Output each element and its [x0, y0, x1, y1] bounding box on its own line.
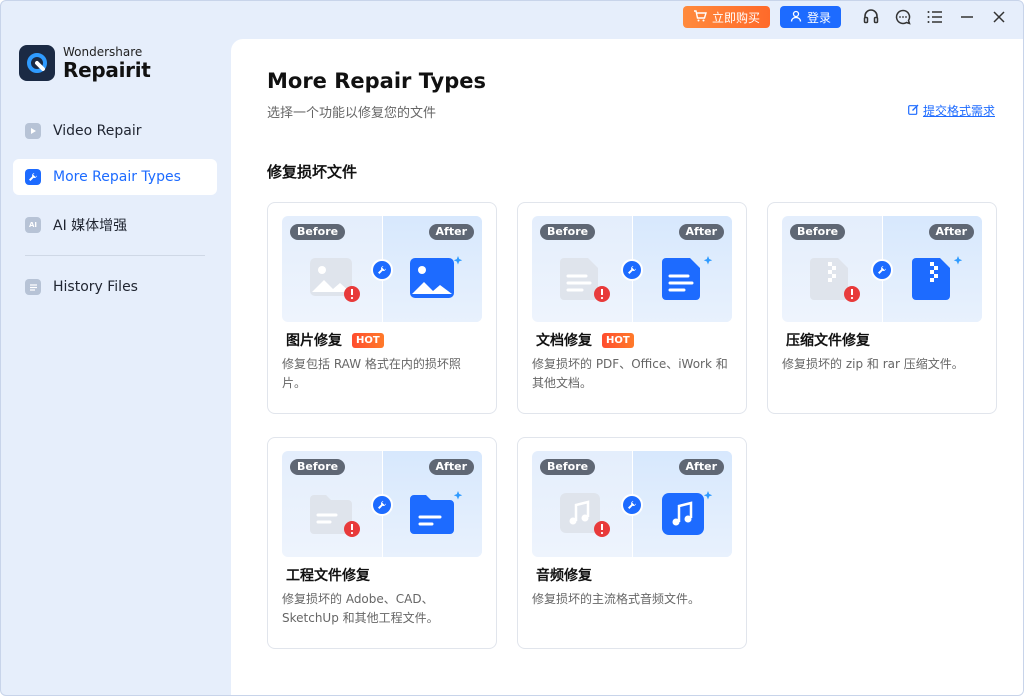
login-label: 登录 [806, 10, 831, 25]
before-after-preview: Before After [282, 216, 482, 322]
sidebar-item-label: Video Repair [53, 123, 142, 139]
after-pill: After [678, 224, 724, 240]
image-icon [408, 256, 464, 310]
submit-format-request-link[interactable]: 提交格式需求 [908, 102, 995, 119]
broken-audio-icon [558, 491, 614, 545]
card-title-text: 音频修复 [536, 568, 592, 584]
edit-icon [908, 104, 919, 118]
audio-icon [658, 491, 714, 545]
logo-product: Repairit [63, 57, 151, 82]
history-icon [25, 279, 41, 295]
submit-format-request-label: 提交格式需求 [922, 104, 995, 118]
folder-icon [408, 491, 464, 545]
user-icon [790, 10, 802, 25]
before-pill: Before [790, 224, 846, 240]
before-after-preview: Before After [532, 216, 732, 322]
card-title-text: 文档修复 [536, 333, 592, 349]
cart-icon [693, 9, 707, 25]
zip-icon [908, 256, 964, 310]
document-icon [658, 256, 714, 310]
ai-icon: AI [25, 217, 41, 233]
sidebar-item-history-files[interactable]: History Files [13, 269, 217, 305]
buy-now-button[interactable]: 立即购买 [682, 6, 770, 28]
menu-icon[interactable] [919, 1, 951, 33]
card-zip-repair[interactable]: Before After 压缩文件修复 修复损坏的 zip 和 rar 压缩文件… [767, 202, 997, 414]
before-after-preview: Before After [782, 216, 982, 322]
card-title-text: 压缩文件修复 [786, 333, 870, 349]
card-description: 修复损坏的主流格式音频文件。 [532, 592, 701, 606]
broken-image-icon [308, 256, 364, 310]
wrench-icon [25, 169, 41, 185]
broken-folder-icon [308, 491, 364, 545]
broken-document-icon [558, 256, 614, 310]
after-pill: After [678, 459, 724, 475]
sidebar-item-label: History Files [53, 279, 138, 295]
card-title-text: 工程文件修复 [286, 568, 370, 584]
after-pill: After [428, 459, 474, 475]
main-panel: More Repair Types 选择一个功能以修复您的文件 提交格式需求 修… [231, 39, 1023, 695]
after-pill: After [928, 224, 974, 240]
card-audio-repair[interactable]: Before After 音频修复 修复损坏的主流格式音频文件。 [517, 437, 747, 649]
repair-wrench-icon [621, 259, 643, 281]
card-description: 修复损坏的 zip 和 rar 压缩文件。 [782, 357, 964, 371]
card-title-text: 图片修复 [286, 333, 342, 349]
chat-icon[interactable] [887, 1, 919, 33]
page-title: More Repair Types [267, 69, 487, 93]
close-icon[interactable] [983, 1, 1015, 33]
hot-badge: HOT [352, 332, 384, 348]
card-project-file-repair[interactable]: Before After 工程文件修复 修复损坏的 Adobe、CAD、Sket… [267, 437, 497, 649]
card-document-repair[interactable]: Before After 文档修复 HOT 修复损坏的 PDF、Office、i… [517, 202, 747, 414]
before-after-preview: Before After [532, 451, 732, 557]
before-pill: Before [290, 224, 346, 240]
card-description: 修复包括 RAW 格式在内的损坏照片。 [282, 357, 461, 390]
card-title: 音频修复 [536, 565, 592, 585]
card-title: 文档修复 HOT [536, 330, 634, 350]
login-button[interactable]: 登录 [779, 6, 841, 28]
app-logo: Wondershare Repairit [19, 45, 151, 81]
logo-brand: Wondershare [63, 44, 143, 59]
card-title: 工程文件修复 [286, 565, 370, 585]
buy-now-label: 立即购买 [711, 10, 760, 25]
before-pill: Before [290, 459, 346, 475]
sidebar-item-label: AI 媒体增强 [53, 218, 128, 234]
card-description: 修复损坏的 PDF、Office、iWork 和其他文档。 [532, 357, 728, 390]
minimize-icon[interactable] [951, 1, 983, 33]
repair-wrench-icon [371, 494, 393, 516]
sidebar-item-ai-media[interactable]: AI AI 媒体增强 [13, 207, 217, 243]
card-image-repair[interactable]: Before After 图片修复 HOT 修复包括 RAW 格式在内的损坏照片… [267, 202, 497, 414]
sidebar-divider [25, 255, 205, 256]
title-bar: 立即购买 登录 [1, 1, 1023, 33]
video-icon [25, 123, 41, 139]
before-pill: Before [540, 459, 596, 475]
sidebar-item-more-repair-types[interactable]: More Repair Types [13, 159, 217, 195]
hot-badge: HOT [602, 332, 634, 348]
headset-icon[interactable] [855, 1, 887, 33]
repair-wrench-icon [871, 259, 893, 281]
page-subtitle: 选择一个功能以修复您的文件 [267, 106, 437, 121]
section-title: 修复损坏文件 [267, 163, 358, 181]
before-pill: Before [540, 224, 596, 240]
before-after-preview: Before After [282, 451, 482, 557]
card-title: 图片修复 HOT [286, 330, 384, 350]
after-pill: After [428, 224, 474, 240]
sidebar-item-video-repair[interactable]: Video Repair [13, 113, 217, 149]
sidebar: Wondershare Repairit Video Repair More R… [1, 33, 231, 695]
sidebar-item-label: More Repair Types [53, 169, 181, 185]
app-window: 立即购买 登录 Wondershare Repairit Video Repai… [0, 0, 1024, 696]
broken-zip-icon [808, 256, 864, 310]
card-description: 修复损坏的 Adobe、CAD、SketchUp 和其他工程文件。 [282, 592, 439, 625]
repair-wrench-icon [371, 259, 393, 281]
repairit-logo-icon [19, 45, 55, 81]
repair-wrench-icon [621, 494, 643, 516]
card-title: 压缩文件修复 [786, 330, 870, 350]
